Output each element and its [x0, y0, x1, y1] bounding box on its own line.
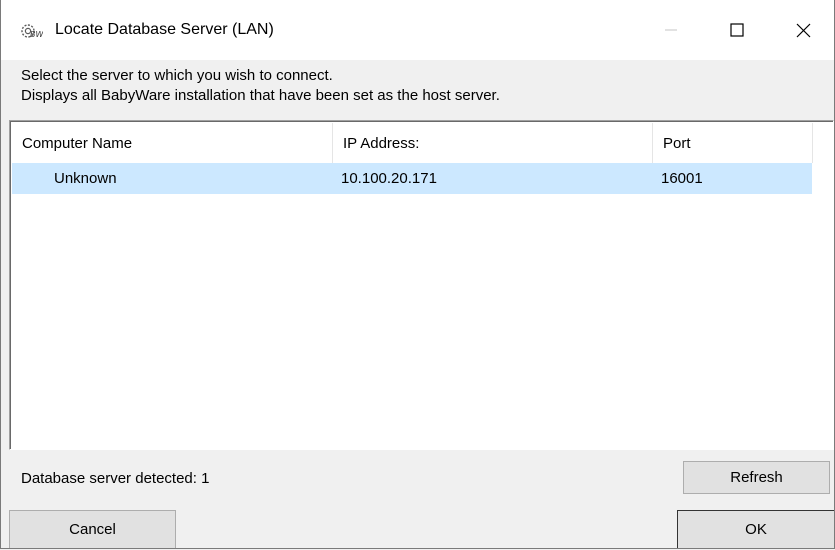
server-list[interactable]: Computer Name IP Address: Port Unknown 1… — [9, 120, 834, 450]
table-row[interactable]: Unknown 10.100.20.171 16001 — [12, 163, 812, 194]
list-header: Computer Name IP Address: Port — [12, 123, 822, 163]
title-bar[interactable]: BW Locate Database Server (LAN) — [1, 0, 834, 60]
window-title: Locate Database Server (LAN) — [55, 21, 274, 38]
column-header-computer-name[interactable]: Computer Name — [12, 123, 333, 163]
svg-text:BW: BW — [30, 30, 43, 39]
babyware-app-icon: BW — [21, 24, 43, 39]
cell-port: 16001 — [661, 170, 703, 187]
column-header-ip-address[interactable]: IP Address: — [333, 123, 653, 163]
instruction-line-2: Displays all BabyWare installation that … — [21, 87, 500, 104]
cancel-button[interactable]: Cancel — [9, 510, 176, 548]
cell-computer-name: Unknown — [54, 170, 117, 187]
close-icon — [796, 23, 810, 37]
close-button[interactable] — [773, 0, 833, 60]
instructions: Select the server to which you wish to c… — [21, 66, 500, 106]
status-text: Database server detected: 1 — [21, 470, 210, 487]
minimize-icon — [665, 29, 677, 31]
minimize-button[interactable] — [641, 0, 701, 60]
maximize-button[interactable] — [707, 0, 767, 60]
refresh-button[interactable]: Refresh — [683, 461, 830, 494]
locate-database-server-dialog: BW Locate Database Server (LAN) Select t… — [0, 0, 835, 549]
maximize-icon — [730, 23, 744, 37]
ok-button[interactable]: OK — [677, 510, 834, 548]
cell-ip-address: 10.100.20.171 — [341, 170, 437, 187]
instruction-line-1: Select the server to which you wish to c… — [21, 67, 333, 84]
column-header-port[interactable]: Port — [653, 123, 813, 163]
